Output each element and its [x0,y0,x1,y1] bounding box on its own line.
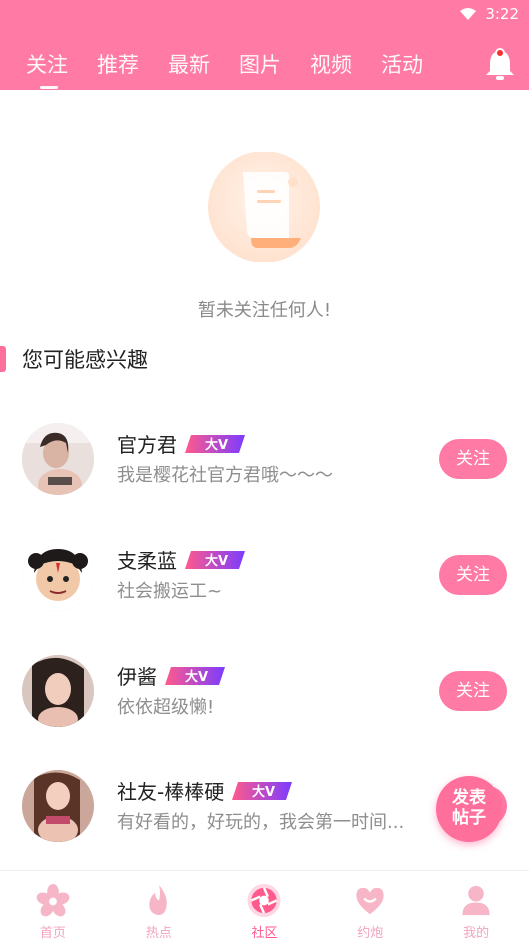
heart-icon [356,887,384,915]
nav-date-label: 约炮 [357,926,384,940]
create-post-button[interactable]: 发表 帖子 [436,776,502,842]
vip-badge-icon: 大V [232,781,293,800]
follow-button[interactable]: 关注 [439,671,507,711]
section-title: 您可能感兴趣 [22,348,148,372]
tab-follow[interactable]: 关注 [26,50,97,89]
create-post-label-line1: 发表 [452,788,486,808]
tab-pictures[interactable]: 图片 [239,50,310,80]
top-header: 3:22 关注 推荐 最新 图片 视频 活动 [0,0,529,90]
user-name-line: 官方君 大V [117,429,247,458]
notification-dot [495,48,505,58]
svg-text:大V: 大V [205,437,228,453]
svg-text:大V: 大V [252,784,275,800]
user-name: 官方君 [117,433,177,457]
svg-text:大V: 大V [185,669,208,685]
user-name-line: 社友-棒棒硬 大V [117,776,294,805]
user-row[interactable]: 支柔蓝 大V 社会搬运工~ 关注 [0,539,529,629]
tab-latest[interactable]: 最新 [168,50,239,80]
nav-community-label: 社区 [251,926,278,940]
user-name: 社友-棒棒硬 [117,780,225,804]
tab-activities[interactable]: 活动 [381,50,452,80]
vip-badge-icon: 大V [185,434,245,453]
tab-videos[interactable]: 视频 [310,50,381,80]
status-time: 3:22 [485,5,519,23]
flame-icon [148,884,167,916]
svg-text:大V: 大V [205,553,228,569]
nav-home-label: 首页 [39,926,66,940]
user-name: 伊酱 [117,665,157,689]
nav-date[interactable]: 约炮 [317,871,423,940]
vip-badge-icon: 大V [185,550,245,569]
top-tabs: 关注 推荐 最新 图片 视频 活动 [26,50,452,89]
avatar[interactable] [22,539,94,611]
create-post-label-line2: 帖子 [452,808,486,828]
person-icon [462,885,490,916]
wifi-icon [460,8,477,20]
user-row[interactable]: 官方君 大V 我是樱花社官方君哦～～～ 关注 [0,423,529,513]
nav-community[interactable]: 社区 [212,871,318,940]
avatar[interactable] [22,423,94,495]
nav-hot[interactable]: 热点 [106,871,212,940]
nav-hot-label: 热点 [145,926,172,940]
avatar[interactable] [22,770,94,842]
user-row[interactable]: 伊酱 大V 依依超级懒! 关注 [0,655,529,745]
follow-button[interactable]: 关注 [439,439,507,479]
user-bio: 有好看的，好玩的，我会第一时间... [117,812,405,833]
section-accent-bar [0,346,6,372]
avatar[interactable] [22,655,94,727]
vip-badge-icon: 大V [165,666,225,685]
status-bar: 3:22 [459,0,519,28]
user-bio: 依依超级懒! [117,697,215,718]
nav-home[interactable]: 首页 [0,871,106,940]
user-bio: 社会搬运工~ [117,581,223,602]
follow-button[interactable]: 关注 [439,555,507,595]
nav-profile-label: 我的 [463,926,490,940]
aperture-icon [247,883,282,918]
empty-state-text: 暂未关注任何人! [197,300,332,321]
screen: 3:22 关注 推荐 最新 图片 视频 活动 暂未关注任何人! 您可能感兴趣 官… [0,0,529,940]
user-name-line: 伊酱 大V [117,661,227,690]
user-name-line: 支柔蓝 大V [117,545,247,574]
nav-profile[interactable]: 我的 [423,871,529,940]
user-name: 支柔蓝 [117,549,177,573]
tab-recommend[interactable]: 推荐 [97,50,168,80]
bottom-navigation: 首页 热点 社区 约炮 我的 [0,870,529,940]
user-bio: 我是樱花社官方君哦～～～ [117,465,333,486]
sakura-icon [36,883,70,917]
section-header: 您可能感兴趣 [0,343,148,375]
empty-document-illustration [208,152,320,262]
